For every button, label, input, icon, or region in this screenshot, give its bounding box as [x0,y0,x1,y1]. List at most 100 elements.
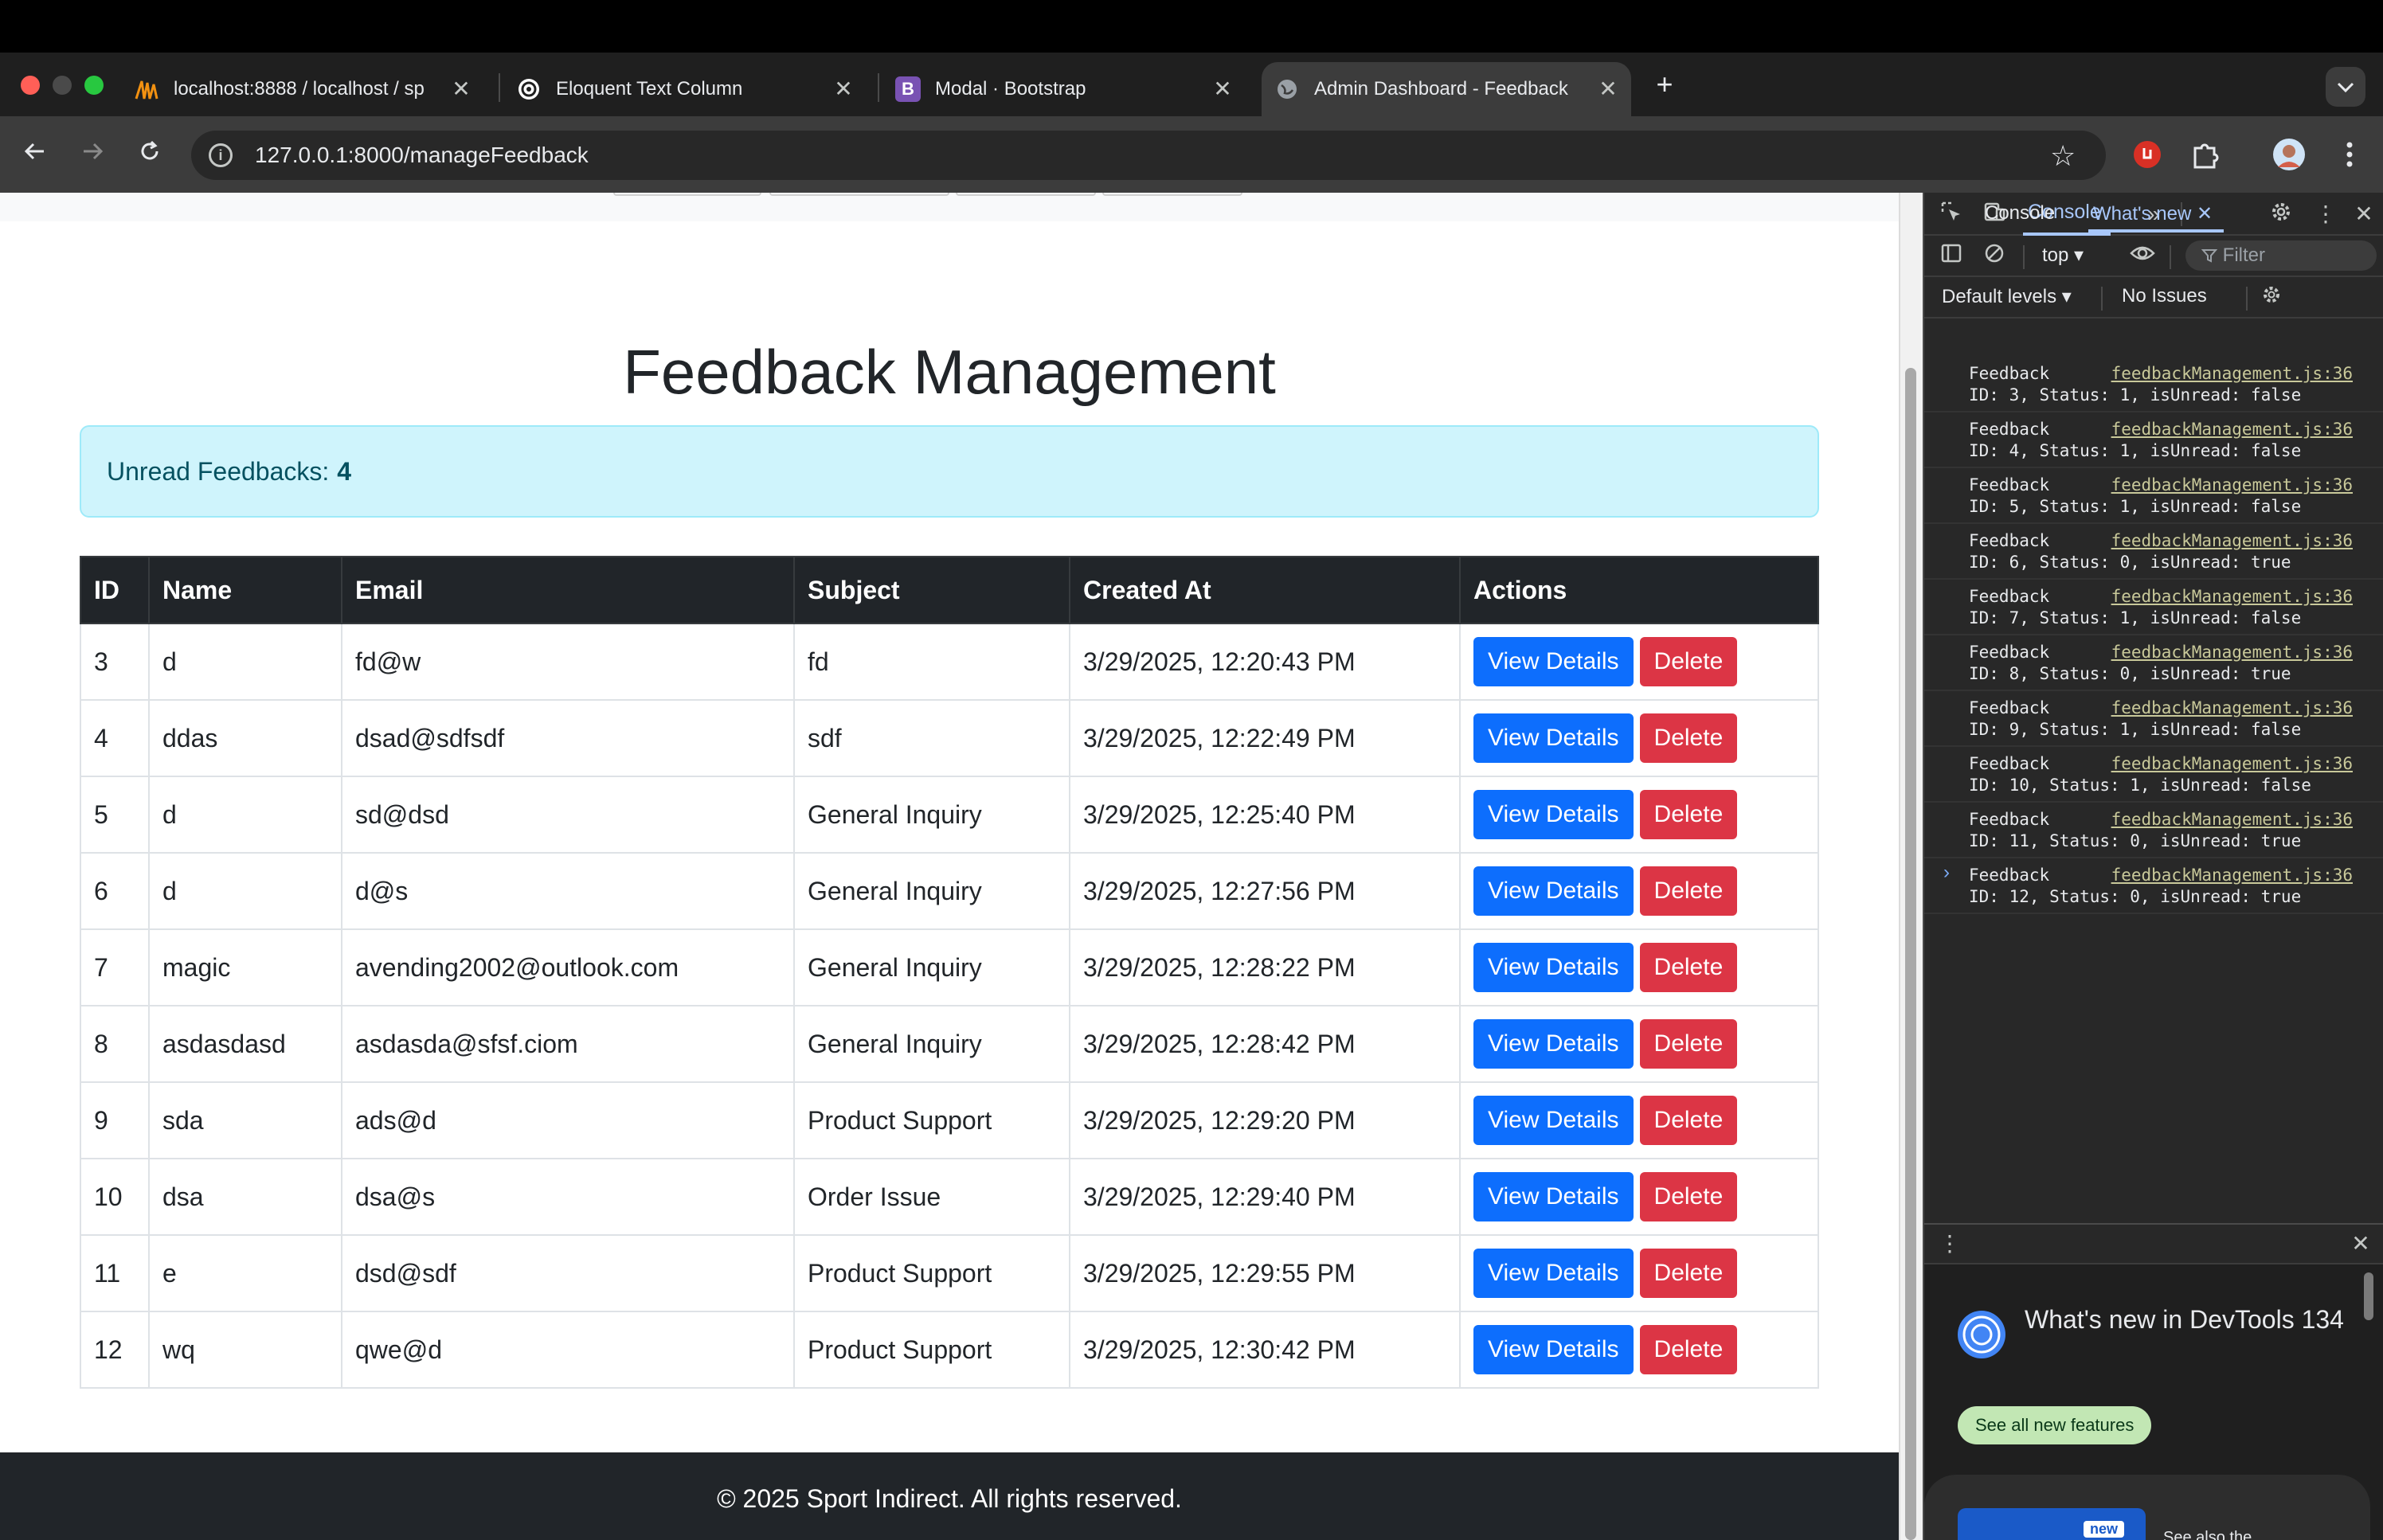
view-details-button[interactable]: View Details [1473,790,1634,839]
delete-button[interactable]: Delete [1639,790,1738,839]
view-details-button[interactable]: View Details [1473,866,1634,916]
log-source-link[interactable]: feedbackManagement.js:36 [2111,530,2353,552]
whats-new-scrollbar[interactable] [2364,1272,2373,1320]
bookmark-star-icon[interactable]: ☆ [2050,140,2076,172]
kebab-menu-icon[interactable]: ⋮ [2311,200,2340,229]
tab-bootstrap-modal[interactable]: B Modal · Bootstrap ✕ [895,62,1246,116]
close-window-button[interactable] [21,76,40,95]
phpmyadmin-icon [134,76,159,102]
cell-actions: View Details Delete [1459,1234,1819,1312]
profile-avatar[interactable] [2271,137,2307,172]
drawer-tab-whats-new[interactable]: What's new ✕ [2093,202,2213,225]
view-details-button[interactable]: View Details [1473,943,1634,992]
log-source-link[interactable]: feedbackManagement.js:36 [2111,698,2353,719]
cell-actions: View Details Delete [1459,1081,1819,1159]
console-prompt[interactable]: › [1943,862,1950,884]
cell-email: fd@w [341,623,795,701]
view-details-button[interactable]: View Details [1473,1172,1634,1221]
console-settings-gear-icon[interactable] [2257,283,2286,312]
delete-button[interactable]: Delete [1639,866,1738,916]
log-source-link[interactable]: feedbackManagement.js:36 [2111,865,2353,886]
log-source-link[interactable]: feedbackManagement.js:36 [2111,363,2353,385]
view-details-button[interactable]: View Details [1473,1019,1634,1069]
inspect-element-icon[interactable] [1937,200,1966,229]
context-selector[interactable]: top ▾ [2042,244,2084,267]
cell-actions: View Details Delete [1459,1158,1819,1236]
view-details-button[interactable]: View Details [1473,637,1634,686]
feedback-table: ID Name Email Subject Created At Actions… [80,556,1819,1389]
extension-shield-icon[interactable] [2130,137,2165,172]
log-separator [1924,522,2383,524]
close-devtools-icon[interactable]: ✕ [2350,200,2378,229]
delete-button[interactable]: Delete [1639,713,1738,763]
cell-created-at: 3/29/2025, 12:28:42 PM [1069,1005,1461,1083]
unread-alert: Unread Feedbacks: 4 [80,425,1819,518]
tab-phpmyadmin[interactable]: localhost:8888 / localhost / sp ✕ [134,62,484,116]
maximize-window-button[interactable] [84,76,104,95]
nav-button[interactable] [1102,193,1242,196]
log-detail: ID: 11, Status: 0, isUnread: true [1969,831,2302,850]
close-tab-icon[interactable]: ✕ [1596,77,1620,101]
eye-icon[interactable] [2128,242,2157,271]
cell-email: d@s [341,852,795,930]
tab-admin-dashboard[interactable]: Admin Dashboard - Feedback ✕ [1262,62,1631,116]
table-row: 6 d d@s General Inquiry 3/29/2025, 12:27:56 … [80,852,1819,930]
view-details-button[interactable]: View Details [1473,1096,1634,1145]
delete-button[interactable]: Delete [1639,1325,1738,1374]
log-separator [1924,857,2383,858]
delete-button[interactable]: Delete [1639,1019,1738,1069]
clear-console-icon[interactable] [1980,242,2009,271]
tab-eloquent[interactable]: Eloquent Text Column ✕ [516,62,867,116]
cell-email: asdasda@sfsf.ciom [341,1005,795,1083]
close-drawer-icon[interactable]: ✕ [2346,1229,2375,1258]
log-source-link[interactable]: feedbackManagement.js:36 [2111,475,2353,496]
address-bar[interactable]: i 127.0.0.1:8000/manageFeedback [191,131,2106,180]
issues-counter[interactable]: No Issues [2122,285,2207,307]
log-source-link[interactable]: feedbackManagement.js:36 [2111,809,2353,831]
nav-button[interactable] [769,193,949,196]
forward-icon[interactable] [75,137,110,172]
cell-created-at: 3/29/2025, 12:22:49 PM [1069,699,1461,777]
delete-button[interactable]: Delete [1639,1096,1738,1145]
drawer-menu-icon[interactable]: ⋮ [1935,1229,1964,1258]
back-icon[interactable] [18,137,53,172]
log-source-link[interactable]: feedbackManagement.js:36 [2111,586,2353,608]
site-info-icon[interactable]: i [209,143,233,167]
log-source-link[interactable]: feedbackManagement.js:36 [2111,419,2353,440]
delete-button[interactable]: Delete [1639,637,1738,686]
view-details-button[interactable]: View Details [1473,1249,1634,1298]
cell-created-at: 3/29/2025, 12:30:42 PM [1069,1311,1461,1389]
delete-button[interactable]: Delete [1639,1172,1738,1221]
log-source-link[interactable]: feedbackManagement.js:36 [2111,642,2353,663]
log-separator [1924,411,2383,412]
close-tab-icon[interactable]: ✕ [1211,77,1235,101]
console-filter-input[interactable]: Filter [2185,240,2377,271]
page-scrollbar-thumb[interactable] [1905,368,1916,1540]
log-levels-dropdown[interactable]: Default levels ▾ [1942,285,2072,308]
gear-icon[interactable] [2267,200,2295,229]
chrome-devtools-logo-icon [1956,1309,2007,1360]
tab-search-button[interactable] [2326,67,2365,107]
new-tab-button[interactable]: + [1649,68,1681,100]
cell-actions: View Details Delete [1459,1311,1819,1389]
close-tab-icon[interactable]: ✕ [832,77,855,101]
sidebar-toggle-icon[interactable] [1937,242,1966,271]
log-source-link[interactable]: feedbackManagement.js:36 [2111,753,2353,775]
delete-button[interactable]: Delete [1639,1249,1738,1298]
nav-button[interactable] [956,193,1096,196]
reload-icon[interactable] [132,137,167,172]
minimize-window-button[interactable] [53,76,72,95]
delete-button[interactable]: Delete [1639,943,1738,992]
extensions-puzzle-icon[interactable] [2187,137,2222,172]
cell-name: d [148,852,342,930]
close-tab-icon[interactable]: ✕ [449,77,473,101]
view-details-button[interactable]: View Details [1473,713,1634,763]
see-all-features-button[interactable]: See all new features [1958,1406,2152,1444]
chrome-menu-icon[interactable] [2332,137,2367,172]
page-viewport: Feedback Management Unread Feedbacks: 4 … [0,193,1899,1540]
nav-button[interactable] [613,193,761,196]
console-log-entry: Feedback ID: 10, Status: 1, isUnread: fal… [1969,753,2383,796]
cell-created-at: 3/29/2025, 12:25:40 PM [1069,776,1461,854]
view-details-button[interactable]: View Details [1473,1325,1634,1374]
drawer-tab-console[interactable]: Console [1985,202,2055,225]
